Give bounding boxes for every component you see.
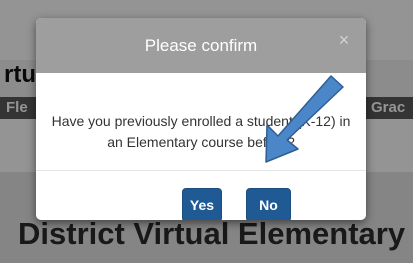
confirm-dialog: Please confirm × Have you previously enr… — [36, 18, 366, 220]
dialog-message: Have you previously enrolled a student (… — [51, 113, 351, 150]
dialog-title: Please confirm — [144, 36, 258, 55]
dialog-body: Have you previously enrolled a student (… — [36, 73, 366, 171]
yes-button[interactable]: Yes — [182, 188, 222, 220]
close-icon[interactable]: × — [336, 30, 352, 50]
no-button[interactable]: No — [246, 188, 291, 220]
dialog-header: Please confirm × — [36, 18, 366, 73]
